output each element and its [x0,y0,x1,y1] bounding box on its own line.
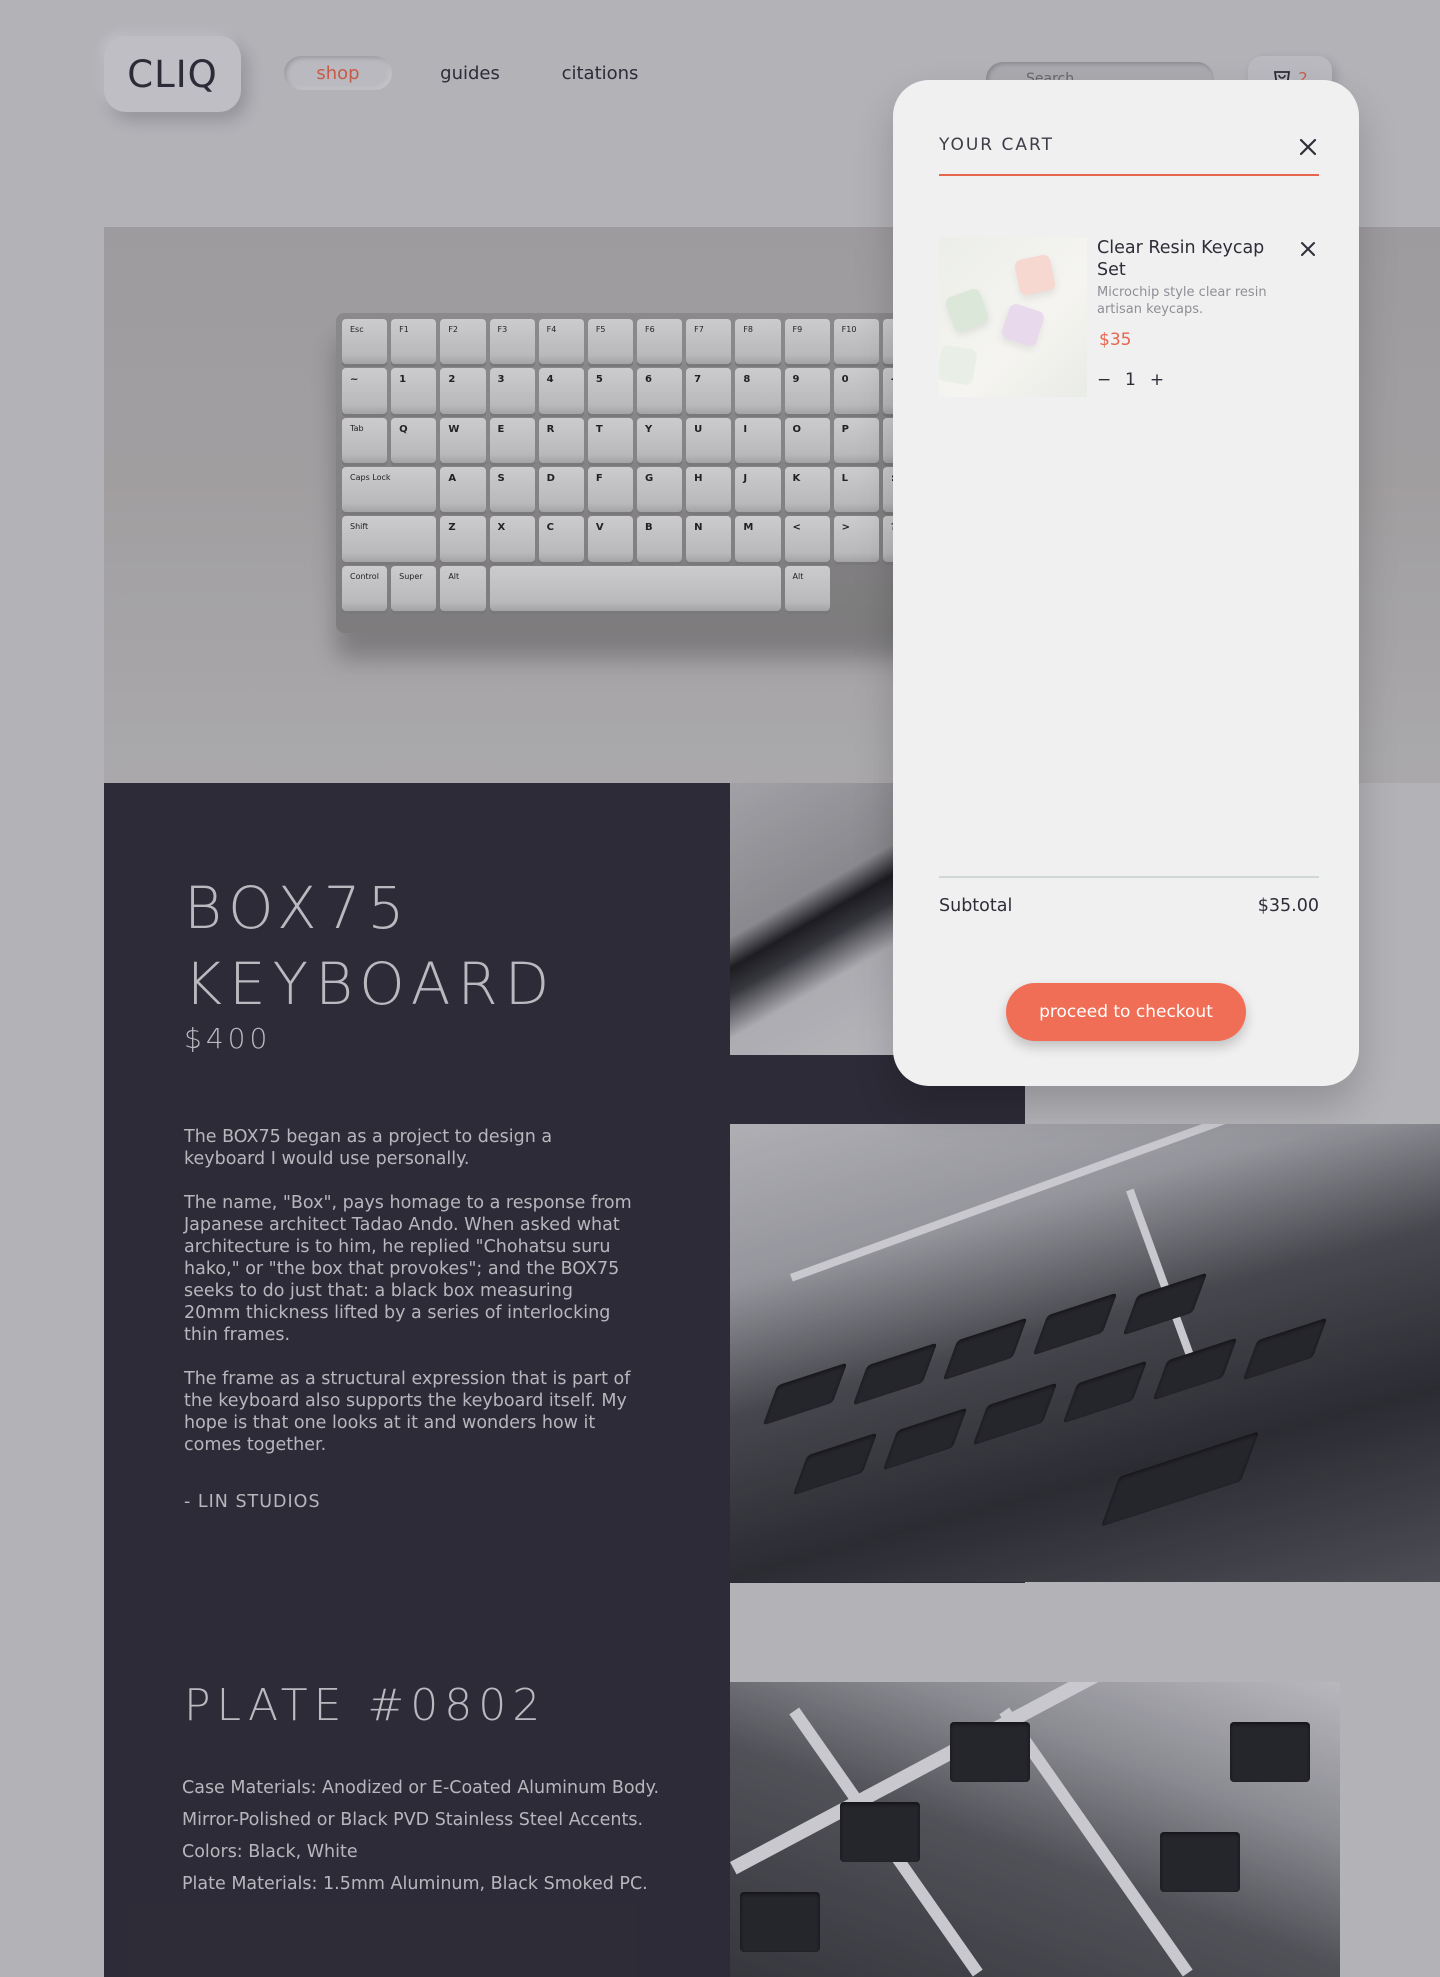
quantity-value: 1 [1125,370,1136,390]
keycap: 2 [440,368,486,414]
keycap: 7 [686,368,732,414]
keycap: O [784,417,830,463]
keycap: X [489,516,535,562]
checkout-button[interactable]: proceed to checkout [1006,983,1246,1041]
keycap: F9 [784,319,830,365]
keycap: D [538,466,584,513]
keycap: 3 [489,368,535,414]
product-description-2: The name, "Box", pays homage to a respon… [184,1193,632,1345]
nav-shop[interactable]: shop [284,56,392,90]
nav-citations[interactable]: citations [554,56,646,90]
keycap: F5 [587,319,633,365]
product-description-1: The BOX75 began as a project to design a… [184,1127,553,1169]
keycap: F6 [637,319,683,365]
keycap: < [784,516,830,562]
subtotal-value: $35.00 [1257,896,1319,916]
keycap: R [538,417,584,463]
keycap: G [637,466,683,513]
keycap: F8 [735,319,781,365]
keycap: U [686,417,732,463]
close-icon[interactable] [1295,134,1321,160]
product-title: BOX75 KEYBOARD [184,870,744,1022]
keycap: T [587,417,633,463]
keycap: M [735,516,781,562]
product-title-line2: KEYBOARD [184,950,557,1018]
keycap: C [538,516,584,562]
cart-drawer: YOUR CART Clear Resin Keycap Set Microch… [893,80,1359,1086]
keycap: H [686,466,732,513]
plate-photo [730,1682,1340,1977]
keycap: V [587,516,633,562]
subtotal-label: Subtotal [939,896,1013,916]
keycap: F4 [538,319,584,365]
brand-logo[interactable]: CLIQ [104,36,241,112]
keycap: 5 [587,368,633,414]
keycap: S [489,466,535,513]
keycap: K [784,466,830,513]
keycap: B [637,516,683,562]
spacebar [489,565,781,611]
keyboard-case-photo [730,1124,1440,1582]
keycap: 4 [538,368,584,414]
keycap: Esc [342,319,388,365]
keycap: F7 [686,319,732,365]
keycap: Alt [784,565,830,611]
keycap: Z [440,516,486,562]
quantity-stepper: − 1 + [1097,370,1164,390]
keycap: Alt [440,565,486,611]
plate-specs: Case Materials: Anodized or E-Coated Alu… [182,1772,659,1900]
cart-item-price: $35 [1099,330,1132,350]
increment-button[interactable]: + [1150,370,1164,390]
cart-heading-divider [939,174,1319,176]
keycap: P [833,417,879,463]
keycap: L [833,466,879,513]
product-title-line1: BOX75 [184,874,412,942]
keycap: A [440,466,486,513]
spec-line: Mirror-Polished or Black PVD Stainless S… [182,1810,644,1830]
keycap: N [686,516,732,562]
product-price: $400 [184,1022,272,1055]
cart-item-image[interactable] [939,237,1087,397]
keycap: Caps Lock [342,466,437,513]
keycap: F3 [489,319,535,365]
keycap: Super [391,565,437,611]
spec-line: Case Materials: Anodized or E-Coated Alu… [182,1778,660,1798]
cart-item-description: Microchip style clear resin artisan keyc… [1097,285,1267,317]
keycap: 8 [735,368,781,414]
subtotal-divider [939,876,1319,878]
keycap: 0 [833,368,879,414]
decrement-button[interactable]: − [1097,370,1111,390]
keycap: > [833,516,879,562]
product-signoff: - LIN STUDIOS [184,1492,321,1512]
keycap: Shift [342,516,437,562]
keycap: ~ [342,368,388,414]
remove-item-icon[interactable] [1297,238,1319,260]
keycap: I [735,417,781,463]
spec-line: Plate Materials: 1.5mm Aluminum, Black S… [182,1874,648,1894]
keycap: F2 [440,319,486,365]
plate-title: PLATE #0802 [184,1680,547,1731]
cart-item-name[interactable]: Clear Resin Keycap Set [1097,237,1287,281]
keycap: Q [391,417,437,463]
keycap: F1 [391,319,437,365]
keyboard-keys: Esc F1 F2 F3 F4 F5 F6 F7 F8 F9 F10 ~ 1 2… [340,317,930,613]
keycap: E [489,417,535,463]
keycap: Tab [342,417,388,463]
keycap: W [440,417,486,463]
product-description-3: The frame as a structural expression tha… [184,1369,631,1455]
keycap: Y [637,417,683,463]
keycap: 9 [784,368,830,414]
cart-heading: YOUR CART [939,135,1054,155]
keycap: 6 [637,368,683,414]
keycap: F10 [833,319,879,365]
keycap: 1 [391,368,437,414]
nav-guides[interactable]: guides [434,56,506,90]
keycap: F [587,466,633,513]
spec-line: Colors: Black, White [182,1842,358,1862]
keycap: Control [342,565,388,611]
keycap: J [735,466,781,513]
